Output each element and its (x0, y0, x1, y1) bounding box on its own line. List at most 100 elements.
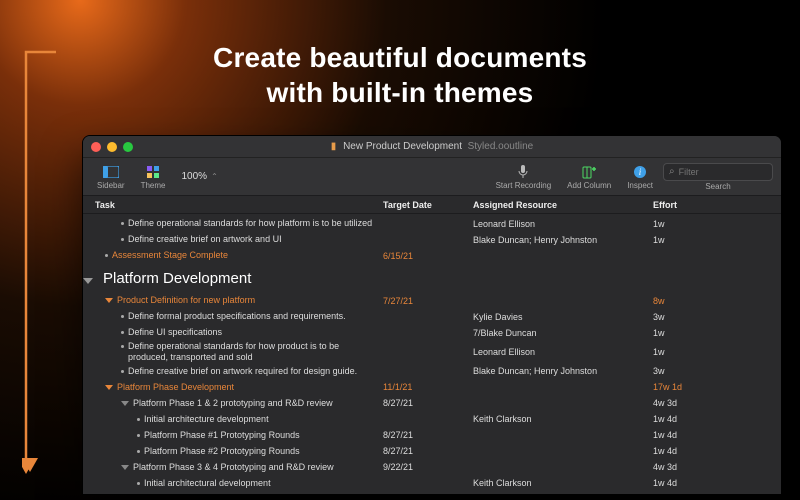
outline-row[interactable]: Product Definition for new platform 7/27/… (83, 293, 781, 309)
inspect-icon: i (632, 164, 648, 180)
disclosure-triangle-icon[interactable] (121, 465, 129, 470)
bullet-icon (137, 450, 140, 453)
start-recording-button[interactable]: Start Recording (490, 164, 558, 190)
disclosure-triangle-icon[interactable] (105, 298, 113, 303)
target-date-cell: 9/22/21 (383, 494, 473, 495)
target-date-cell: 8/27/21 (383, 430, 473, 440)
effort-cell: 1w 4d (653, 494, 733, 495)
disclosure-triangle-icon[interactable] (83, 278, 93, 284)
outline-rows: Define operational standards for how pla… (83, 214, 781, 495)
inspect-label: Inspect (627, 181, 653, 190)
theme-label: Theme (141, 181, 166, 190)
toolbar: Sidebar Theme 100% ⌃ Start Recording Add… (83, 158, 781, 196)
effort-cell: 8w (653, 296, 733, 306)
column-header-assigned-resource[interactable]: Assigned Resource (473, 200, 653, 210)
outline-row[interactable]: Define creative brief on artwork require… (83, 363, 781, 379)
bullet-icon (121, 222, 124, 225)
outline-row[interactable]: Define formal product specifications and… (83, 309, 781, 325)
bullet-icon (137, 482, 140, 485)
chevron-down-icon: ⌃ (211, 172, 218, 181)
effort-cell: 1w (653, 219, 733, 229)
target-date-cell: 9/22/21 (383, 462, 473, 472)
task-text: Platform Phase 1 & 2 prototyping and R&D… (133, 398, 333, 409)
effort-cell: 3w (653, 366, 733, 376)
sidebar-icon (103, 164, 119, 180)
task-text: Platform Phase Development (117, 382, 234, 393)
effort-cell: 1w 4d (653, 446, 733, 456)
column-header-target-date[interactable]: Target Date (383, 200, 473, 210)
task-text: Platform Phase #2 Prototyping Rounds (144, 446, 300, 457)
column-header-task[interactable]: Task (83, 200, 383, 210)
outline-row[interactable]: Initial architectural developmentKeith C… (83, 475, 781, 491)
outline-row[interactable]: Define operational standards for how pla… (83, 216, 781, 232)
start-recording-label: Start Recording (496, 181, 552, 190)
search-label: Search (705, 182, 730, 191)
app-window: ▮ New Product Development Styled.ooutlin… (82, 135, 782, 495)
assigned-resource-cell: Keith Clarkson (473, 478, 653, 488)
sidebar-label: Sidebar (97, 181, 125, 190)
effort-cell: 1w (653, 235, 733, 245)
column-header-effort[interactable]: Effort (653, 200, 733, 210)
theme-icon (145, 164, 161, 180)
target-date-cell: 8/27/21 (383, 398, 473, 408)
task-text: Initial architecture development (144, 414, 269, 425)
outline-row[interactable]: Initial architecture development Keith Cl… (83, 411, 781, 427)
search-input-wrapper[interactable]: ⌕ (663, 163, 773, 181)
target-date-cell: 11/1/21 (383, 382, 473, 392)
outline-row[interactable]: Platform Phase 1 & 2 prototyping and R&D… (83, 395, 781, 411)
task-text: Define creative brief on artwork and UI (128, 234, 282, 245)
document-icon: ▮ (331, 141, 337, 152)
outline-row[interactable]: Define creative brief on artwork and UI B… (83, 232, 781, 248)
task-text: Platform Phase 3 & 4 Prototyping and R&D… (133, 462, 334, 473)
task-text: Product Definition for new platform (117, 295, 255, 306)
sidebar-button[interactable]: Sidebar (91, 164, 131, 190)
bullet-icon (121, 238, 124, 241)
task-text: Define UI specifications (128, 327, 222, 338)
effort-cell: 4w 3d (653, 398, 733, 408)
theme-button[interactable]: Theme (135, 164, 172, 190)
effort-cell: 1w 4d (653, 414, 733, 424)
search-input[interactable] (679, 167, 767, 177)
outline-row[interactable]: Platform Phase 3 & 4 Prototyping and R&D… (83, 459, 781, 475)
outline-row[interactable]: Platform Phase Development 11/1/21 17w 1d (83, 379, 781, 395)
assigned-resource-cell: Leonard Ellison (473, 347, 653, 357)
titlebar: ▮ New Product Development Styled.ooutlin… (83, 136, 781, 158)
effort-cell: 3w (653, 312, 733, 322)
microphone-icon (515, 164, 531, 180)
target-date-cell: 8/27/21 (383, 446, 473, 456)
effort-cell: 4w 3d (653, 462, 733, 472)
search-icon: ⌕ (669, 166, 675, 177)
bullet-icon (121, 331, 124, 334)
outline-row[interactable]: Define operational standards for how pro… (83, 341, 781, 364)
target-date-cell: 6/15/21 (383, 251, 473, 261)
assigned-resource-cell: 7/Blake Duncan (473, 328, 653, 338)
assigned-resource-cell: Leonard Ellison (473, 219, 653, 229)
assigned-resource-cell: Blake Duncan; Henry Johnston (473, 366, 653, 376)
zoom-control[interactable]: 100% ⌃ (175, 171, 223, 182)
task-text: Define formal product specifications and… (128, 311, 346, 322)
outline-row[interactable]: Define UI specifications7/Blake Duncan1w (83, 325, 781, 341)
disclosure-triangle-icon[interactable] (105, 385, 113, 390)
add-column-icon (581, 164, 597, 180)
effort-cell: 1w (653, 347, 733, 357)
decorative-arrow (22, 50, 60, 480)
assigned-resource-cell: Keith Clarkson (473, 414, 653, 424)
task-text: Define operational standards for how pla… (128, 218, 372, 229)
outline-row[interactable]: Platform Phase #2 Prototyping Rounds 8/27… (83, 443, 781, 459)
add-column-label: Add Column (567, 181, 611, 190)
task-text: Platform Development (103, 270, 251, 289)
bullet-icon (105, 254, 108, 257)
outline-row[interactable]: Platform Phase #1 Prototyping Rounds8/27… (83, 427, 781, 443)
window-title: ▮ New Product Development Styled.ooutlin… (83, 141, 781, 152)
outline-row[interactable]: Platform Phase #3 Prototyping Rounds9/22… (83, 491, 781, 495)
assigned-resource-cell: Blake Duncan; Henry Johnston (473, 235, 653, 245)
document-extension: Styled.ooutline (465, 141, 533, 152)
add-column-button[interactable]: Add Column (561, 164, 617, 190)
inspect-button[interactable]: i Inspect (621, 164, 659, 190)
section-header-row[interactable]: Platform Development (83, 264, 781, 293)
bullet-icon (137, 434, 140, 437)
outline-row[interactable]: Assessment Stage Complete6/15/21 (83, 248, 781, 264)
disclosure-triangle-icon[interactable] (121, 401, 129, 406)
effort-cell: 17w 1d (653, 382, 733, 392)
target-date-cell: 7/27/21 (383, 296, 473, 306)
